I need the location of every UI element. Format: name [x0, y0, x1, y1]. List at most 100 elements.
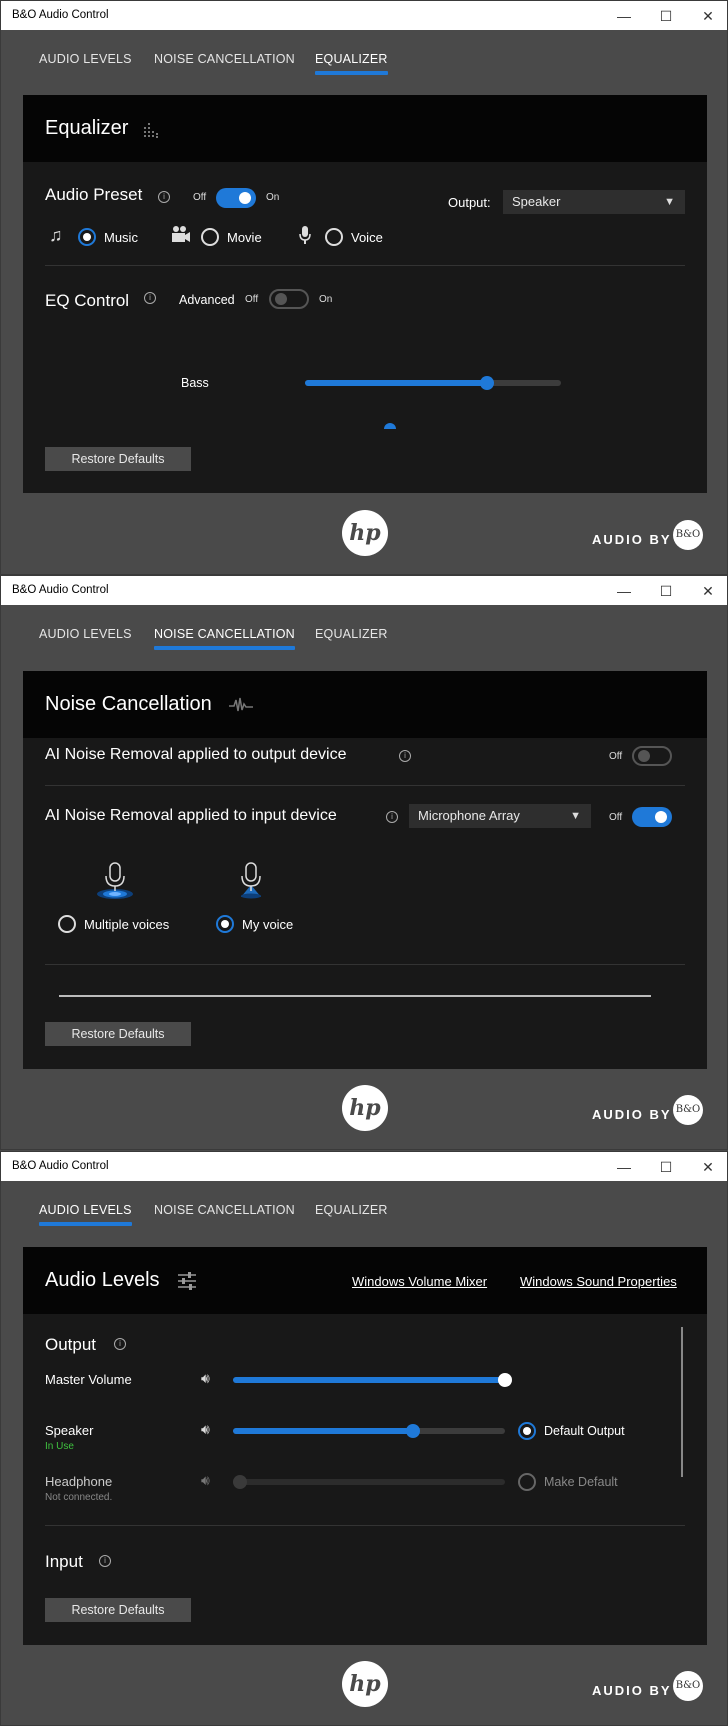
close-button[interactable]: ✕	[693, 5, 723, 27]
eq-control-label: EQ Control	[45, 291, 130, 310]
default-output-label[interactable]: Default Output	[544, 1424, 625, 1438]
section-divider	[45, 265, 685, 266]
chevron-down-icon: ▼	[570, 810, 581, 822]
minimize-button[interactable]: —	[609, 580, 639, 602]
master-volume-fill	[233, 1377, 505, 1383]
preset-radio-music[interactable]	[78, 228, 96, 246]
bass-slider[interactable]	[305, 376, 561, 390]
output-noise-label: AI Noise Removal applied to output devic…	[45, 746, 347, 763]
band-label-bass: Bass	[181, 376, 209, 390]
input-section-label: Input	[45, 1552, 83, 1571]
headphone-volume-slider	[233, 1475, 505, 1489]
master-volume-slider[interactable]	[233, 1373, 512, 1387]
titlebar: B&O Audio Control — ☐ ✕	[1, 576, 727, 605]
close-button[interactable]: ✕	[693, 580, 723, 602]
my-voice-mic-icon	[236, 861, 266, 906]
preset-music-label[interactable]: Music	[104, 230, 138, 245]
input-toggle-off-label: Off	[609, 812, 623, 823]
next-band-thumb-partial	[384, 423, 396, 429]
audio-levels-window: B&O Audio Control — ☐ ✕ AUDIO LEVELS NOI…	[0, 1151, 728, 1726]
speaker-volume-icon[interactable]: 🔊︎	[201, 1370, 210, 1387]
close-button[interactable]: ✕	[693, 1156, 723, 1178]
restore-defaults-button[interactable]: Restore Defaults	[45, 447, 191, 471]
bo-logo: B&O	[673, 1671, 703, 1701]
speaker-volume-icon: 🔊︎	[201, 1472, 210, 1488]
maximize-button[interactable]: ☐	[651, 5, 681, 27]
mode-my-voice-label[interactable]: My voice	[242, 917, 293, 932]
info-icon[interactable]: i	[399, 750, 411, 762]
microphone-icon	[299, 225, 311, 250]
maximize-button[interactable]: ☐	[651, 580, 681, 602]
speaker-label: Speaker	[45, 1423, 94, 1438]
windows-sound-properties-link[interactable]: Windows Sound Properties	[520, 1274, 677, 1289]
input-device-value: Microphone Array	[418, 808, 520, 823]
info-icon[interactable]: i	[114, 1338, 126, 1350]
restore-defaults-button[interactable]: Restore Defaults	[45, 1598, 191, 1622]
preset-radio-voice[interactable]	[325, 228, 343, 246]
titlebar: B&O Audio Control — ☐ ✕	[1, 1, 727, 30]
speaker-volume-icon[interactable]: 🔊︎	[201, 1421, 210, 1438]
input-device-select[interactable]: Microphone Array ▼	[409, 804, 591, 828]
tab-noise-cancellation[interactable]: NOISE CANCELLATION	[154, 627, 295, 650]
output-select[interactable]: Speaker ▼	[503, 190, 685, 214]
default-output-radio[interactable]	[518, 1422, 536, 1440]
headphone-volume-thumb	[233, 1475, 247, 1489]
advanced-toggle[interactable]	[269, 289, 309, 309]
info-icon[interactable]: i	[99, 1555, 111, 1567]
equalizer-bars-icon	[143, 119, 161, 144]
master-volume-label: Master Volume	[45, 1372, 132, 1387]
tab-equalizer[interactable]: EQUALIZER	[315, 627, 388, 641]
minimize-button[interactable]: —	[609, 5, 639, 27]
output-noise-toggle[interactable]	[632, 746, 672, 766]
input-noise-toggle[interactable]	[632, 807, 672, 827]
window-title: B&O Audio Control	[12, 584, 109, 596]
chevron-down-icon: ▼	[664, 196, 675, 208]
audio-levels-panel: Audio Levels Windows Volume Mixer Window…	[23, 1247, 707, 1645]
tab-equalizer[interactable]: EQUALIZER	[315, 52, 388, 75]
vertical-scrollbar[interactable]	[681, 1327, 683, 1477]
info-icon[interactable]: i	[158, 191, 170, 203]
minimize-button[interactable]: —	[609, 1156, 639, 1178]
tab-audio-levels[interactable]: AUDIO LEVELS	[39, 52, 132, 66]
tab-audio-levels[interactable]: AUDIO LEVELS	[39, 1203, 132, 1226]
maximize-button[interactable]: ☐	[651, 1156, 681, 1178]
audio-by-text: AUDIO BY	[592, 1107, 672, 1122]
tab-equalizer-label: EQUALIZER	[315, 52, 388, 66]
tab-audio-levels[interactable]: AUDIO LEVELS	[39, 627, 132, 641]
noise-window: B&O Audio Control — ☐ ✕ AUDIO LEVELS NOI…	[0, 575, 728, 1150]
bo-logo: B&O	[673, 1095, 703, 1125]
mode-radio-my-voice[interactable]	[216, 915, 234, 933]
bass-slider-thumb[interactable]	[479, 376, 494, 390]
preset-movie-label[interactable]: Movie	[227, 230, 262, 245]
preset-voice-label[interactable]: Voice	[351, 230, 383, 245]
mode-radio-multiple-voices[interactable]	[58, 915, 76, 933]
toggle-knob	[638, 750, 650, 762]
advanced-toggle-off-label: Off	[245, 294, 259, 305]
tab-noise-cancellation[interactable]: NOISE CANCELLATION	[154, 52, 295, 66]
output-label: Output:	[448, 195, 491, 210]
speaker-volume-thumb[interactable]	[405, 1424, 420, 1438]
window-title: B&O Audio Control	[12, 1160, 109, 1172]
mode-multiple-voices-label[interactable]: Multiple voices	[84, 917, 169, 932]
page-title: Equalizer	[45, 117, 129, 139]
windows-volume-mixer-link[interactable]: Windows Volume Mixer	[352, 1274, 487, 1289]
headphone-status: Not connected.	[45, 1492, 113, 1503]
info-icon[interactable]: i	[386, 811, 398, 823]
active-tab-indicator	[39, 1222, 132, 1226]
tab-noise-cancellation[interactable]: NOISE CANCELLATION	[154, 1203, 295, 1217]
output-toggle-off-label: Off	[609, 751, 623, 762]
window-title: B&O Audio Control	[12, 9, 109, 21]
horizontal-scrollbar[interactable]	[59, 995, 651, 997]
preset-radio-movie[interactable]	[201, 228, 219, 246]
hp-logo: hp	[342, 1661, 388, 1707]
equalizer-window: B&O Audio Control — ☐ ✕ AUDIO LEVELS NOI…	[0, 0, 728, 575]
active-tab-indicator	[315, 71, 388, 75]
tab-equalizer[interactable]: EQUALIZER	[315, 1203, 388, 1217]
speaker-volume-fill	[233, 1428, 413, 1434]
master-volume-thumb[interactable]	[498, 1373, 512, 1387]
speaker-volume-slider[interactable]	[233, 1424, 505, 1438]
info-icon[interactable]: i	[144, 292, 156, 304]
audio-preset-toggle[interactable]	[216, 188, 256, 208]
audio-preset-label: Audio Preset	[45, 185, 143, 204]
restore-defaults-button[interactable]: Restore Defaults	[45, 1022, 191, 1046]
